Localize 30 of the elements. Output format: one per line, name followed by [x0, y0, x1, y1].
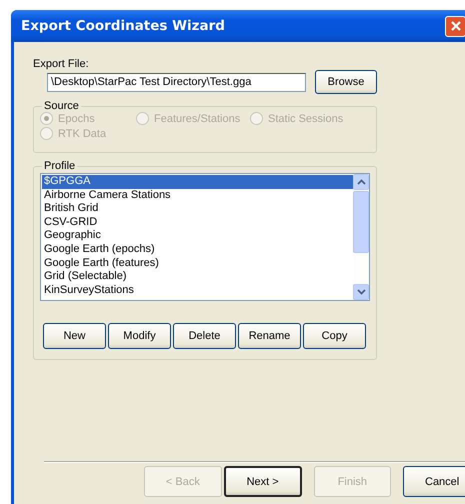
scroll-down-button[interactable] — [353, 284, 369, 300]
close-icon — [450, 20, 462, 32]
list-item[interactable]: $GPGGA — [42, 175, 353, 189]
close-button[interactable] — [445, 16, 465, 36]
profile-button[interactable]: New — [43, 323, 106, 349]
scroll-thumb[interactable] — [353, 191, 369, 253]
list-item[interactable]: Grid (Selectable) — [42, 270, 353, 284]
wizard-button[interactable]: Next > — [224, 466, 302, 497]
scroll-up-button[interactable] — [353, 174, 369, 190]
list-item[interactable]: Airborne Camera Stations — [42, 188, 353, 202]
export-file-label: Export File: — [33, 58, 90, 70]
export-file-field[interactable]: \Desktop\StarPac Test Directory\Test.gga — [47, 72, 306, 92]
profile-button[interactable]: Copy — [303, 323, 366, 349]
chevron-up-icon — [356, 179, 366, 185]
list-item[interactable]: Geographic — [42, 229, 353, 243]
browse-button[interactable]: Browse — [315, 70, 377, 94]
scrollbar[interactable] — [353, 174, 369, 300]
list-item[interactable]: CSV-GRID — [42, 216, 353, 230]
source-legend: Source — [42, 100, 81, 112]
wizard-button[interactable]: Cancel — [403, 466, 465, 497]
list-item[interactable]: Google Earth (epochs) — [42, 242, 353, 257]
list-item[interactable]: Google Earth (features) — [42, 256, 353, 270]
list-item[interactable]: KinSurveyStations — [42, 284, 353, 298]
window-title: Export Coordinates Wizard — [21, 18, 225, 34]
profile-button[interactable]: Rename — [238, 323, 301, 349]
profile-button[interactable]: Modify — [108, 323, 171, 349]
profile-button[interactable]: Delete — [173, 323, 236, 349]
profile-legend: Profile — [42, 160, 78, 172]
list-item[interactable]: British Grid — [42, 202, 353, 216]
chevron-down-icon — [356, 289, 366, 295]
